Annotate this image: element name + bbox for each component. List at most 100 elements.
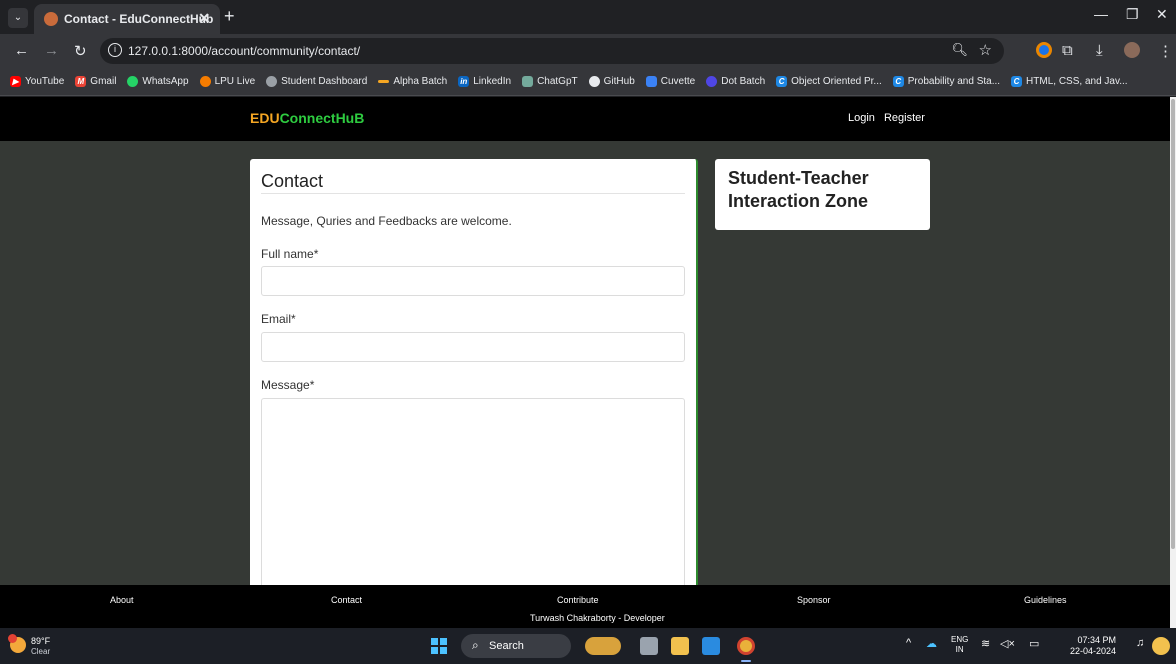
- site-footer: About Contact Contribute Sponsor Guideli…: [0, 585, 1170, 628]
- bookmark-star-icon[interactable]: ☆: [979, 41, 992, 59]
- bookmark-gmail[interactable]: M Gmail: [75, 76, 116, 87]
- bookmark-student-dashboard[interactable]: Student Dashboard: [266, 76, 367, 87]
- bookmark-object-oriented[interactable]: C Object Oriented Pr...: [776, 76, 882, 87]
- page-scrollbar[interactable]: [1170, 97, 1176, 628]
- full-name-label: Full name*: [261, 247, 319, 261]
- contact-title: Contact: [261, 171, 324, 191]
- profile-avatar-icon[interactable]: [1124, 42, 1140, 58]
- vscode-icon[interactable]: [702, 637, 720, 655]
- site-favicon-icon: [44, 12, 58, 26]
- language-code: ENG: [951, 635, 969, 644]
- browser-toolbar: ← → ↻ i 127.0.0.1:8000/account/community…: [0, 34, 1176, 68]
- extension-icon[interactable]: [1036, 42, 1052, 58]
- copilot-icon[interactable]: [1152, 637, 1170, 655]
- site-info-icon[interactable]: i: [108, 43, 122, 57]
- bookmark-linkedin[interactable]: in LinkedIn: [458, 76, 511, 87]
- task-view-icon[interactable]: [640, 637, 658, 655]
- page-viewport: EDUConnectHuB Login Register Contact Mes…: [0, 97, 1170, 628]
- browser-tab-strip: ⌄ Contact - EduConnectHub ✕ + — ❐ ✕: [0, 0, 1176, 34]
- reload-icon[interactable]: ↻: [74, 42, 87, 60]
- cuvette-icon: [645, 76, 657, 87]
- forward-icon[interactable]: →: [44, 42, 59, 59]
- whatsapp-icon: [127, 76, 139, 87]
- weather-condition: Clear: [31, 647, 51, 656]
- title-divider: [261, 193, 685, 194]
- browser-tab-active[interactable]: Contact - EduConnectHub ✕: [34, 4, 220, 34]
- minimize-icon[interactable]: —: [1094, 6, 1108, 22]
- bookmark-html-css[interactable]: C HTML, CSS, and Jav...: [1011, 76, 1128, 87]
- weather-alert-badge: [8, 634, 17, 643]
- brand-part-edu: EDU: [250, 110, 280, 126]
- clock-date: 22-04-2024: [1070, 646, 1117, 656]
- taskbar-search[interactable]: ⌕ Search: [461, 634, 571, 658]
- footer-link-about[interactable]: About: [110, 595, 134, 605]
- language-indicator[interactable]: ENG IN: [951, 635, 968, 655]
- new-tab-icon[interactable]: +: [224, 6, 235, 27]
- footer-link-sponsor[interactable]: Sponsor: [797, 595, 831, 605]
- contact-form-card: Contact Message, Quries and Feedbacks ar…: [250, 159, 698, 599]
- zoom-icon[interactable]: 🔍︎: [951, 42, 968, 58]
- full-name-input[interactable]: [261, 266, 685, 296]
- bookmark-probability[interactable]: C Probability and Sta...: [892, 76, 1000, 87]
- alpha-batch-icon: [378, 80, 390, 83]
- header-nav: Login Register: [848, 112, 931, 124]
- windows-taskbar: 89°F Clear ⌕ Search ^ ☁ ENG IN ≋ ◁× ▭ 07…: [0, 628, 1176, 664]
- widgets-icon[interactable]: [585, 637, 621, 655]
- close-tab-icon[interactable]: ✕: [198, 10, 210, 27]
- login-link[interactable]: Login: [848, 112, 875, 124]
- interaction-zone-card: Student-Teacher Interaction Zone: [715, 159, 930, 230]
- message-textarea[interactable]: [261, 398, 685, 598]
- linkedin-icon: in: [458, 76, 470, 87]
- wifi-icon[interactable]: ≋: [981, 637, 990, 650]
- footer-link-guidelines[interactable]: Guidelines: [1024, 595, 1067, 605]
- tab-search-icon[interactable]: ⌄: [8, 8, 28, 28]
- notification-bell-icon[interactable]: ♫: [1136, 637, 1144, 649]
- url-text: 127.0.0.1:8000/account/community/contact…: [128, 44, 361, 58]
- restore-icon[interactable]: ❐: [1126, 6, 1139, 23]
- footer-link-contribute[interactable]: Contribute: [557, 595, 599, 605]
- show-hidden-icons-icon[interactable]: ^: [906, 637, 911, 649]
- windows-start-icon[interactable]: [431, 638, 447, 654]
- bookmark-dot-batch[interactable]: Dot Batch: [706, 76, 765, 87]
- message-label: Message*: [261, 378, 315, 392]
- language-region: IN: [955, 645, 964, 654]
- interaction-zone-title: Student-Teacher Interaction Zone: [728, 168, 869, 211]
- chatgpt-icon: [522, 76, 534, 87]
- chrome-icon[interactable]: [737, 637, 755, 655]
- system-clock[interactable]: 07:34 PM 22-04-2024: [1070, 635, 1116, 657]
- bookmark-lpu-live[interactable]: LPU Live: [199, 76, 255, 87]
- globe-icon: [266, 76, 278, 87]
- bookmark-youtube[interactable]: ▶ YouTube: [10, 76, 64, 87]
- file-explorer-icon[interactable]: [671, 637, 689, 655]
- volume-icon[interactable]: ◁×: [1000, 637, 1015, 650]
- bookmark-whatsapp[interactable]: WhatsApp: [127, 76, 189, 87]
- download-icon[interactable]: ⤓: [1096, 42, 1103, 59]
- lpu-live-icon: [199, 76, 211, 87]
- github-icon: [588, 76, 600, 87]
- brand-logo-link[interactable]: EDUConnectHuB: [250, 110, 364, 126]
- register-link[interactable]: Register: [884, 112, 925, 124]
- email-input[interactable]: [261, 332, 685, 362]
- dot-batch-icon: [706, 76, 718, 87]
- battery-icon[interactable]: ▭: [1029, 637, 1039, 650]
- more-menu-icon[interactable]: ⋮: [1158, 42, 1173, 60]
- close-window-icon[interactable]: ✕: [1156, 6, 1168, 23]
- footer-link-contact[interactable]: Contact: [331, 595, 362, 605]
- bookmark-chatgpt[interactable]: ChatGpT: [522, 76, 578, 87]
- onedrive-cloud-icon[interactable]: ☁: [926, 637, 937, 650]
- youtube-icon: ▶: [10, 76, 21, 87]
- extensions-puzzle-icon[interactable]: ⧉: [1062, 42, 1073, 59]
- course-icon: C: [776, 76, 788, 87]
- search-icon: ⌕: [472, 638, 479, 652]
- bookmark-github[interactable]: GitHub: [588, 76, 635, 87]
- gmail-icon: M: [75, 76, 87, 87]
- bookmark-alpha-batch[interactable]: Alpha Batch: [378, 76, 447, 87]
- bookmark-cuvette[interactable]: Cuvette: [645, 76, 695, 87]
- brand-part-connecthub: ConnectHuB: [279, 110, 365, 126]
- scrollbar-thumb[interactable]: [1171, 99, 1175, 549]
- taskbar-search-label: Search: [489, 640, 524, 652]
- course-icon: C: [892, 76, 904, 87]
- address-bar[interactable]: i 127.0.0.1:8000/account/community/conta…: [100, 38, 1004, 64]
- back-icon[interactable]: ←: [14, 42, 29, 59]
- weather-temperature: 89°F: [31, 636, 51, 646]
